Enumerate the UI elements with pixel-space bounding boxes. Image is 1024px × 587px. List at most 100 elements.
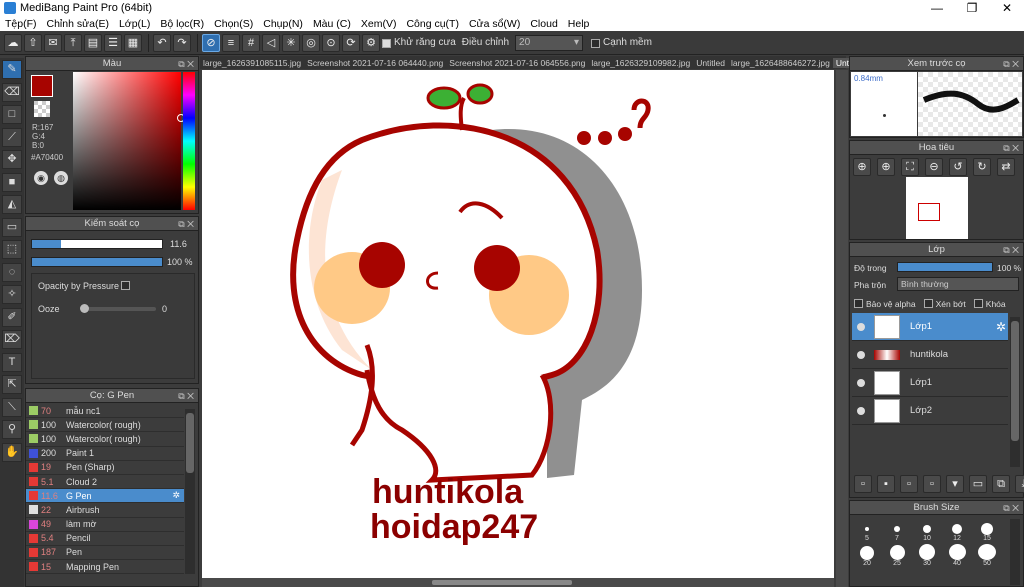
eye-icon[interactable]: [857, 350, 865, 359]
eyedropper-icon[interactable]: ⚲: [2, 420, 22, 439]
eye-icon[interactable]: [857, 322, 865, 331]
export-icon[interactable]: ⇧: [24, 33, 42, 52]
cloud-upload-icon[interactable]: ⤒: [64, 33, 82, 52]
transparent-swatch[interactable]: [34, 101, 50, 117]
lasso-tool-icon[interactable]: ◌: [2, 262, 22, 282]
brush-size-preset[interactable]: 50: [972, 544, 1002, 567]
tab-document[interactable]: large_1626391085115.jpg: [200, 58, 304, 68]
new-8bit-layer-icon[interactable]: ▫: [900, 475, 918, 493]
zoom-reset-icon[interactable]: ⊖: [925, 158, 943, 176]
tab-document[interactable]: Screenshot 2021-07-16 064556.png: [446, 58, 588, 68]
circle-snap-icon[interactable]: ◎: [302, 33, 320, 52]
brush-size-slider[interactable]: [31, 239, 163, 249]
palette-icon[interactable]: ◉: [34, 171, 48, 185]
comment-icon[interactable]: ✉: [44, 33, 62, 52]
soft-edge-checkbox[interactable]: [591, 39, 601, 48]
panel-expand-icon[interactable]: ⧉ ✕: [1003, 243, 1019, 257]
merge-layer-icon[interactable]: ⤓: [1015, 475, 1024, 493]
select-eraser-icon[interactable]: ⌦: [2, 330, 22, 349]
snap-off-icon[interactable]: ⊘: [202, 33, 220, 52]
saturation-value-picker[interactable]: [73, 72, 185, 210]
brush-size-preset[interactable]: 40: [942, 544, 972, 567]
brush-size-preset[interactable]: 30: [912, 544, 942, 567]
layer-opacity-slider[interactable]: [897, 262, 993, 272]
magic-wand-icon[interactable]: ✧: [2, 285, 22, 304]
brush-size-preset[interactable]: 12: [942, 519, 972, 542]
antialias-checkbox[interactable]: [382, 39, 391, 48]
brush-size-preset[interactable]: 7: [882, 519, 912, 542]
rotate-right-icon[interactable]: ↻: [973, 158, 991, 176]
add-layer-menu-icon[interactable]: ▾: [946, 475, 964, 493]
eye-icon[interactable]: [857, 406, 865, 415]
brush-item[interactable]: 200 Paint 1: [26, 447, 184, 461]
new-1bit-layer-icon[interactable]: ▫: [923, 475, 941, 493]
brush-item[interactable]: 5.4 Pencil: [26, 532, 184, 546]
fit-icon[interactable]: ⛶: [901, 158, 919, 176]
brush-item[interactable]: 70 mẫu nc1: [26, 404, 184, 419]
panel-expand-icon[interactable]: ⧉ ✕: [1003, 57, 1019, 71]
brush-item-selected[interactable]: 11.6 G Pen ✲: [26, 489, 184, 504]
canvas-vscroll[interactable]: [836, 70, 848, 587]
layer-row[interactable]: huntikola: [852, 341, 1008, 369]
brush-size-preset[interactable]: 5: [852, 519, 882, 542]
gradient-tool-icon[interactable]: ▭: [2, 217, 22, 237]
menu-help[interactable]: Help: [563, 18, 595, 30]
drawing-canvas[interactable]: huntikola hoidap247: [202, 70, 834, 578]
radial-snap-icon[interactable]: ✳: [282, 33, 300, 52]
operation-tool-icon[interactable]: ⇱: [2, 375, 22, 394]
close-icon[interactable]: ✕: [990, 0, 1024, 16]
new-halftone-layer-icon[interactable]: ▪: [877, 475, 895, 493]
brush-item[interactable]: 100 Watercolor( rough): [26, 418, 184, 433]
brush-item[interactable]: 187 Pen: [26, 546, 184, 561]
rotate-left-icon[interactable]: ↺: [949, 158, 967, 176]
gear-icon[interactable]: ✲: [172, 490, 180, 501]
lock-checkbox[interactable]: [973, 299, 983, 308]
navigator-thumbnail[interactable]: [906, 177, 968, 239]
brush-item[interactable]: 49 làm mờ: [26, 518, 184, 532]
maximize-icon[interactable]: ❐: [955, 0, 989, 16]
tab-document[interactable]: large_1626488646272.jpg: [728, 58, 833, 68]
layer-row[interactable]: Lớp2: [852, 397, 1008, 425]
tab-document[interactable]: large_1626329109982.jpg: [588, 58, 693, 68]
text-tool-icon[interactable]: T: [2, 352, 22, 372]
zoom-out-icon[interactable]: ⊕: [877, 158, 895, 176]
cloud-icon[interactable]: ☁: [4, 33, 22, 52]
blend-mode-select[interactable]: Bình thường: [897, 277, 1019, 291]
select-pen-icon[interactable]: ✐: [2, 307, 22, 327]
minimize-icon[interactable]: —: [920, 0, 954, 16]
gear-icon[interactable]: ✲: [996, 320, 1006, 334]
select-tool-icon[interactable]: ⬚: [2, 240, 22, 259]
adjust-select[interactable]: 20: [515, 34, 584, 51]
layer-row-selected[interactable]: Lớp1 ✲: [852, 313, 1008, 341]
list-icon[interactable]: ☰: [104, 33, 122, 52]
brush-size-preset[interactable]: 20: [852, 544, 882, 567]
menu-select[interactable]: Chọn(S): [209, 18, 258, 30]
line-tool-icon[interactable]: ⟋: [2, 127, 22, 147]
divide-tool-icon[interactable]: ⟍: [2, 397, 22, 417]
brush-item[interactable]: 100 Watercolor( rough): [26, 432, 184, 447]
brush-size-preset[interactable]: 25: [882, 544, 912, 567]
duplicate-layer-icon[interactable]: ⧉: [992, 475, 1010, 493]
opacity-pressure-checkbox[interactable]: [121, 281, 130, 290]
grid-icon[interactable]: ▦: [124, 33, 142, 52]
brush-size-preset[interactable]: 15: [972, 519, 1002, 542]
layer-scrollbar[interactable]: [1010, 317, 1020, 467]
menu-tools[interactable]: Công cụ(T): [401, 18, 464, 30]
hue-slider[interactable]: [183, 72, 195, 210]
cross-snap-icon[interactable]: #: [242, 33, 260, 52]
curve-snap-icon[interactable]: ⊙: [322, 33, 340, 52]
tab-document[interactable]: Screenshot 2021-07-16 064440.png: [304, 58, 446, 68]
rotate-snap-icon[interactable]: ⟳: [342, 33, 360, 52]
panel-expand-icon[interactable]: ⧉ ✕: [178, 389, 194, 403]
brush-item[interactable]: 15 Mapping Pen: [26, 560, 184, 575]
parallel-snap-icon[interactable]: ≡: [222, 33, 240, 52]
eye-icon[interactable]: [857, 378, 865, 387]
menu-filter[interactable]: Bộ lọc(R): [155, 18, 209, 30]
panel-expand-icon[interactable]: ⧉ ✕: [178, 57, 194, 71]
menu-cloud[interactable]: Cloud: [525, 18, 562, 30]
menu-view[interactable]: Xem(V): [356, 18, 402, 30]
panel-expand-icon[interactable]: ⧉ ✕: [178, 217, 194, 231]
folder-icon[interactable]: ▭: [969, 475, 987, 493]
vanishing-snap-icon[interactable]: ◁: [262, 33, 280, 52]
canvas-hscroll[interactable]: [202, 578, 834, 587]
